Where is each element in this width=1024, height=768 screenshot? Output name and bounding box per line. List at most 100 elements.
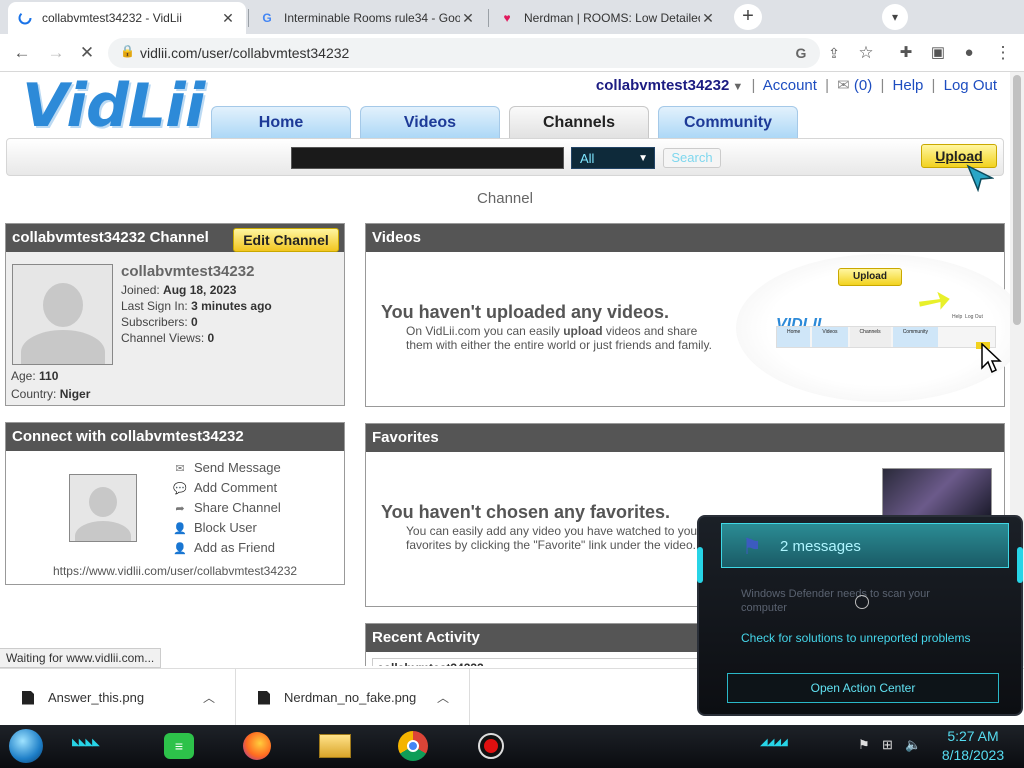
stop-loading-icon[interactable]: ✕	[76, 42, 98, 64]
google-lens-icon[interactable]: G	[790, 42, 812, 64]
defender-message[interactable]: Windows Defender needs to scan your comp…	[741, 587, 961, 615]
file-icon	[258, 690, 270, 705]
block-user-link[interactable]: 👤 Block User	[172, 520, 257, 535]
avatar-body	[75, 521, 131, 541]
age-value: 110	[39, 369, 59, 383]
download-item[interactable]: Answer_this.png ︿	[0, 669, 236, 726]
nav-tab-home[interactable]: Home	[211, 106, 351, 140]
nav-tab-channels[interactable]: Channels	[509, 106, 649, 140]
help-link[interactable]: Help	[893, 77, 924, 94]
search-category-select[interactable]: All ▼	[571, 147, 655, 169]
promo-nav-tab: Home	[777, 327, 811, 347]
send-message-link[interactable]: ✉ Send Message	[172, 460, 280, 475]
search-bar-strip: All ▼ Search Upload	[6, 138, 1004, 176]
taskbar-decoration: ◢◢◢◢	[760, 737, 788, 748]
nav-tab-videos[interactable]: Videos	[360, 106, 500, 140]
volume-icon[interactable]: 🔈	[905, 737, 921, 753]
download-filename: Answer_this.png	[48, 690, 145, 705]
open-action-center-button[interactable]: Open Action Center	[727, 673, 999, 703]
panel-header: Videos	[366, 224, 1004, 252]
search-input[interactable]	[291, 147, 564, 169]
close-tab-icon[interactable]: ✕	[700, 10, 716, 27]
promo-nav-bar: Home Videos Channels Community	[776, 326, 996, 348]
popup-glow-left	[697, 547, 703, 583]
search-button[interactable]: Search	[663, 148, 721, 168]
signin-value: 3 minutes ago	[191, 299, 272, 313]
clock-time: 5:27 AM	[947, 728, 999, 744]
videos-panel: Videos You haven't uploaded any videos. …	[365, 223, 1010, 407]
notes-app-icon[interactable]: ≡	[162, 730, 196, 762]
bookmark-star-icon[interactable]: ☆	[855, 42, 877, 64]
inbox-envelope-icon[interactable]: ✉	[837, 77, 850, 94]
new-tab-button[interactable]: +	[734, 4, 762, 30]
share-channel-link[interactable]: ➦ Share Channel	[172, 500, 281, 515]
network-icon[interactable]: ⊞	[882, 737, 893, 753]
scrollbar-thumb[interactable]	[1013, 75, 1021, 325]
subscribers-value: 0	[191, 315, 198, 329]
views-value: 0	[207, 331, 215, 345]
upload-promo-graphic: Upload ➚ VIDLII Help Log Out Home Videos…	[736, 254, 1010, 402]
chevron-down-icon[interactable]: ▼	[729, 81, 743, 93]
favorite-thumbnail	[882, 468, 992, 518]
back-arrow-icon[interactable]: ←	[11, 42, 33, 64]
share-arrow-icon: ➦	[175, 502, 185, 515]
videos-empty-title: You haven't uploaded any videos.	[381, 302, 669, 322]
tab-vidlii[interactable]: collabvmtest34232 - VidLii ✕	[8, 2, 246, 34]
download-item[interactable]: Nerdman_no_fake.png ︿	[236, 669, 470, 726]
desc-text: You can easily add any video you have wa…	[406, 524, 698, 538]
add-friend-link[interactable]: 👤 Add as Friend	[172, 540, 275, 555]
promo-links: Help Log Out	[952, 314, 983, 320]
connect-avatar[interactable]	[69, 474, 137, 542]
promo-nav-tab: Community	[892, 327, 938, 347]
file-explorer-icon[interactable]	[318, 730, 352, 762]
forward-arrow-icon[interactable]: →	[45, 42, 67, 64]
system-clock[interactable]: 5:27 AM 8/18/2023	[934, 727, 1012, 765]
fandom-icon: ♥	[503, 11, 511, 25]
add-comment-link[interactable]: 💬 Add Comment	[172, 480, 277, 495]
tab-title: Interminable Rooms rule34 - Goo	[284, 11, 460, 25]
check-solutions-link[interactable]: Check for solutions to unreported proble…	[741, 631, 970, 645]
username-menu[interactable]: collabvmtest34232	[596, 77, 729, 94]
tab-google[interactable]: G Interminable Rooms rule34 - Goo ✕	[250, 2, 486, 34]
chevron-up-icon[interactable]: ︿	[203, 689, 215, 706]
close-tab-icon[interactable]: ✕	[220, 10, 236, 27]
vidlii-logo[interactable]: VidLii	[22, 74, 205, 138]
channel-name: collabvmtest34232	[121, 263, 255, 280]
close-tab-icon[interactable]: ✕	[460, 10, 476, 27]
add-friend-label: Add as Friend	[194, 540, 275, 555]
nav-tab-community[interactable]: Community	[658, 106, 798, 140]
desc-text: On VidLii.com you can easily	[406, 324, 560, 338]
action-center-popup: ⚑ 2 messages Windows Defender needs to s…	[697, 515, 1023, 716]
joined-label: Joined:	[121, 283, 160, 297]
panel-header: collabvmtest34232 Channel Edit Channel	[6, 224, 344, 252]
extensions-puzzle-icon[interactable]: ✚	[895, 42, 917, 64]
profile-avatar-icon[interactable]: ●	[958, 42, 980, 64]
inbox-count-link[interactable]: (0)	[854, 77, 872, 94]
country-value: Niger	[59, 387, 91, 401]
channel-avatar[interactable]	[12, 264, 113, 365]
cursor-pointer-icon	[981, 343, 1002, 374]
address-bar[interactable]: 🔒 vidlii.com/user/collabvmtest34232	[108, 38, 820, 68]
messages-header[interactable]: ⚑ 2 messages	[721, 523, 1009, 568]
side-panel-icon[interactable]: ▣	[927, 42, 949, 64]
chrome-icon[interactable]	[396, 730, 430, 762]
record-icon[interactable]	[474, 730, 508, 762]
edit-channel-button[interactable]: Edit Channel	[233, 228, 339, 252]
file-icon	[22, 690, 34, 705]
logout-link[interactable]: Log Out	[944, 77, 997, 94]
tab-separator	[248, 9, 249, 27]
chevron-up-icon[interactable]: ︿	[437, 689, 449, 706]
share-icon[interactable]: ⇪	[823, 42, 845, 64]
account-link[interactable]: Account	[763, 77, 817, 94]
channel-url: https://www.vidlii.com/user/collabvmtest…	[52, 564, 298, 578]
start-orb-icon[interactable]	[8, 728, 44, 764]
tab-nerdman[interactable]: ♥ Nerdman | ROOMS: Low Detailed ✕	[490, 2, 726, 34]
search-category-value: All	[580, 151, 595, 166]
kebab-menu-icon[interactable]: ⋮	[992, 42, 1014, 64]
tab-search-chevron-icon[interactable]: ▾	[882, 4, 908, 30]
flag-icon[interactable]: ⚑	[858, 737, 870, 753]
favorites-empty-description: You can easily add any video you have wa…	[406, 524, 697, 552]
google-icon: G	[262, 11, 272, 25]
share-channel-label: Share Channel	[194, 500, 281, 515]
firefox-icon[interactable]	[240, 730, 274, 762]
